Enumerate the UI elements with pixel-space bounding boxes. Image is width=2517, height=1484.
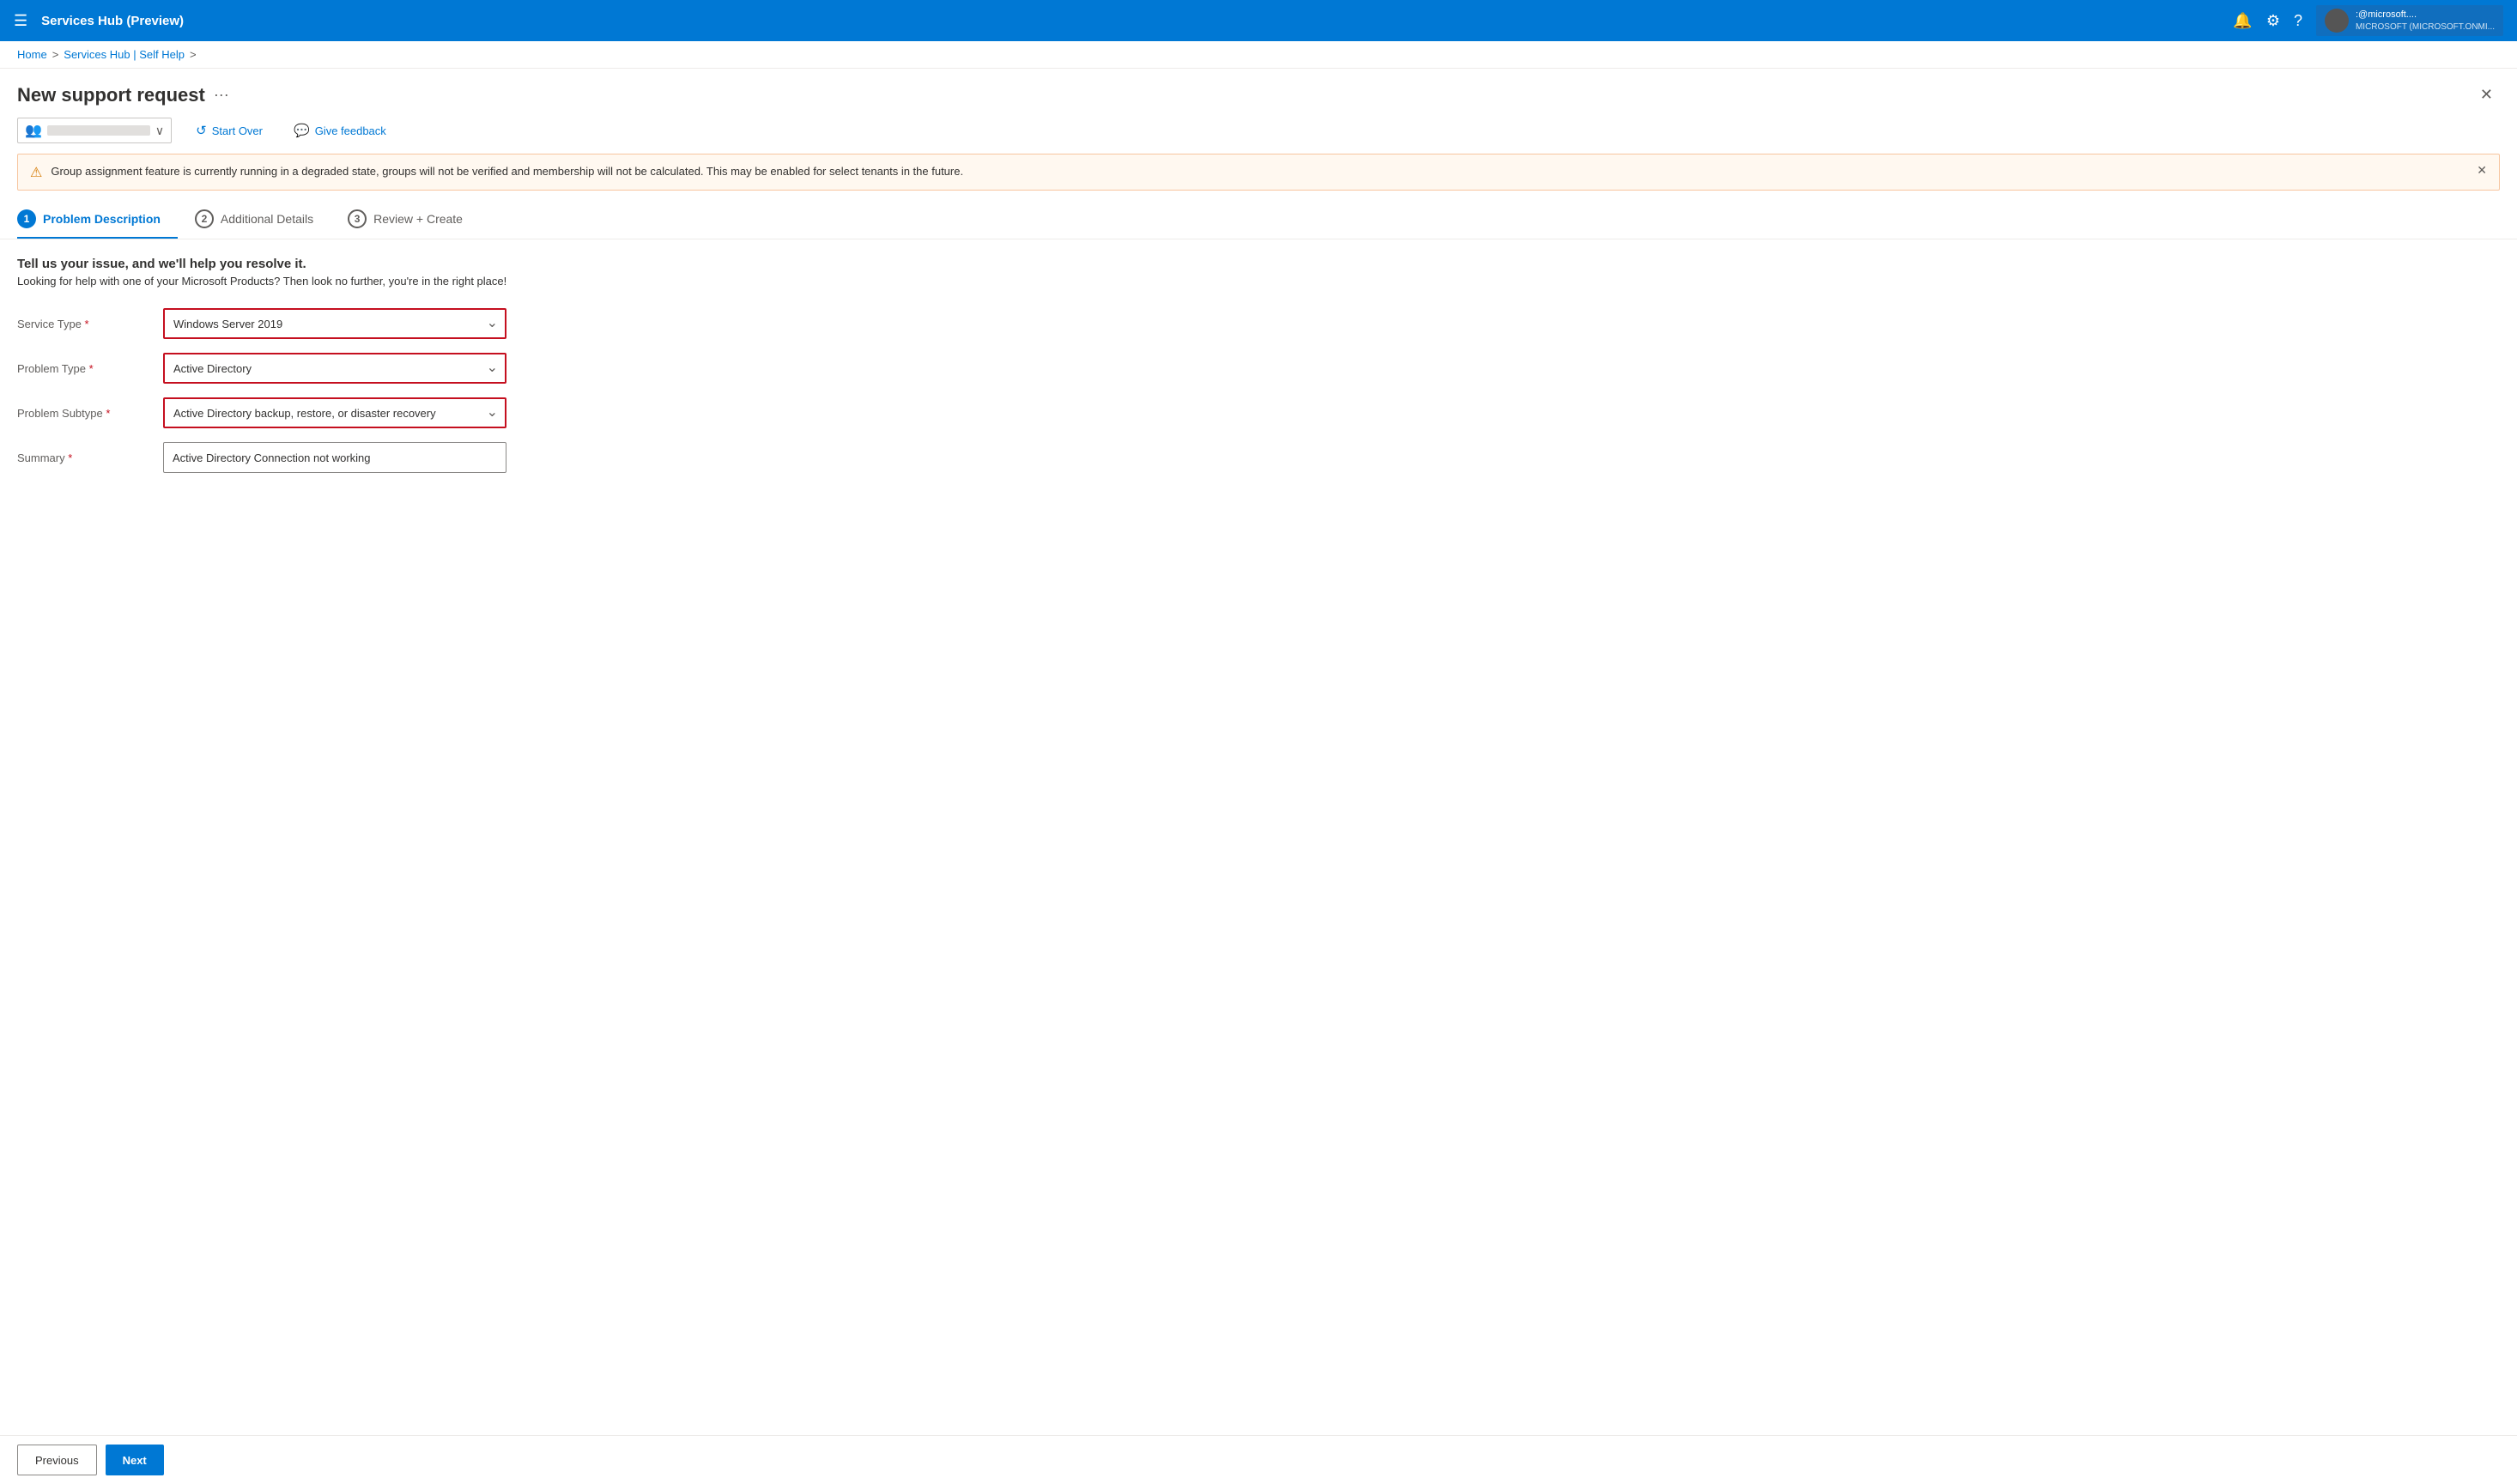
service-type-row: Service Type Windows Server 2019 Windows…: [17, 308, 2500, 339]
tab-additional-details[interactable]: 2 Additional Details: [195, 201, 331, 239]
tab-3-label: Review + Create: [373, 212, 463, 226]
feedback-icon: 💬: [294, 123, 310, 138]
hamburger-menu[interactable]: ☰: [14, 12, 27, 30]
problem-type-control: Active Directory DNS: [163, 353, 506, 384]
service-type-select[interactable]: Windows Server 2019 Windows Server 2016: [163, 308, 506, 339]
start-over-button[interactable]: ↺ Start Over: [189, 119, 270, 142]
page-title: New support request: [17, 84, 205, 106]
user-info: :@microsoft.... MICROSOFT (MICROSOFT.ONM…: [2356, 9, 2495, 32]
tab-2-label: Additional Details: [221, 212, 313, 226]
user-org: MICROSOFT (MICROSOFT.ONMI...: [2356, 21, 2495, 33]
banner-message: Group assignment feature is currently ru…: [51, 163, 2468, 180]
page-header: New support request ··· ✕: [0, 69, 2517, 114]
bottom-bar: Previous Next: [0, 1435, 2517, 1484]
give-feedback-label: Give feedback: [315, 124, 386, 137]
group-selector-value: [47, 125, 150, 136]
topbar-icons: 🔔 ⚙ ? :@microsoft.... MICROSOFT (MICROSO…: [2233, 5, 2503, 36]
breadcrumb-self-help[interactable]: Services Hub | Self Help: [64, 48, 185, 61]
problem-subtype-control: Active Directory backup, restore, or dis…: [163, 397, 506, 428]
main-container: New support request ··· ✕ 👥 ∨ ↺ Start Ov…: [0, 69, 2517, 1484]
tab-review-create[interactable]: 3 Review + Create: [348, 201, 480, 239]
breadcrumb: Home > Services Hub | Self Help >: [0, 41, 2517, 69]
tab-1-label: Problem Description: [43, 212, 161, 226]
problem-subtype-label: Problem Subtype: [17, 407, 155, 420]
user-menu[interactable]: :@microsoft.... MICROSOFT (MICROSOFT.ONM…: [2316, 5, 2503, 36]
info-banner: ⚠ Group assignment feature is currently …: [17, 154, 2500, 191]
form-headline: Tell us your issue, and we'll help you r…: [17, 257, 2500, 271]
problem-subtype-row: Problem Subtype Active Directory backup,…: [17, 397, 2500, 428]
tab-3-number: 3: [348, 209, 367, 228]
problem-type-row: Problem Type Active Directory DNS: [17, 353, 2500, 384]
page-more-options[interactable]: ···: [214, 86, 229, 104]
problem-type-label: Problem Type: [17, 362, 155, 375]
close-button[interactable]: ✕: [2473, 82, 2500, 107]
group-dropdown-icon: ∨: [155, 124, 164, 138]
service-type-control: Windows Server 2019 Windows Server 2016: [163, 308, 506, 339]
service-type-label: Service Type: [17, 318, 155, 330]
wizard-tabs: 1 Problem Description 2 Additional Detai…: [0, 201, 2517, 239]
help-icon[interactable]: ?: [2294, 12, 2302, 30]
summary-row: Summary: [17, 442, 2500, 473]
avatar: [2325, 9, 2349, 33]
give-feedback-button[interactable]: 💬 Give feedback: [287, 119, 393, 142]
breadcrumb-sep-2: >: [190, 48, 197, 61]
form-content: Tell us your issue, and we'll help you r…: [0, 239, 2517, 1435]
next-button[interactable]: Next: [106, 1445, 164, 1475]
user-email: :@microsoft....: [2356, 9, 2495, 21]
group-selector[interactable]: 👥 ∨: [17, 118, 172, 143]
form-subtext: Looking for help with one of your Micros…: [17, 275, 2500, 288]
tab-1-number: 1: [17, 209, 36, 228]
notification-icon[interactable]: 🔔: [2233, 12, 2252, 30]
group-icon: 👥: [25, 122, 42, 139]
summary-control: [163, 442, 506, 473]
settings-icon[interactable]: ⚙: [2266, 12, 2280, 30]
previous-button[interactable]: Previous: [17, 1445, 97, 1475]
problem-subtype-select[interactable]: Active Directory backup, restore, or dis…: [163, 397, 506, 428]
tab-2-number: 2: [195, 209, 214, 228]
page-title-row: New support request ···: [17, 84, 229, 106]
start-over-label: Start Over: [212, 124, 263, 137]
toolbar: 👥 ∨ ↺ Start Over 💬 Give feedback: [0, 114, 2517, 154]
breadcrumb-sep-1: >: [52, 48, 59, 61]
breadcrumb-home[interactable]: Home: [17, 48, 47, 61]
start-over-icon: ↺: [196, 123, 207, 138]
topbar: ☰ Services Hub (Preview) 🔔 ⚙ ? :@microso…: [0, 0, 2517, 41]
app-title: Services Hub (Preview): [41, 14, 2233, 28]
banner-close-button[interactable]: ✕: [2477, 163, 2487, 178]
problem-type-select[interactable]: Active Directory DNS: [163, 353, 506, 384]
info-icon: ⚠: [30, 164, 42, 181]
summary-label: Summary: [17, 451, 155, 464]
summary-input[interactable]: [163, 442, 506, 473]
tab-problem-description[interactable]: 1 Problem Description: [17, 201, 178, 239]
